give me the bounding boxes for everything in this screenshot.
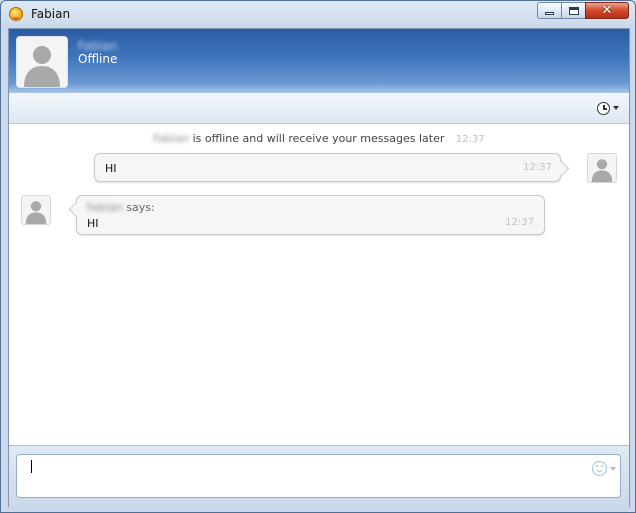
smiley-app-icon bbox=[9, 7, 23, 21]
window-title: Fabian bbox=[31, 7, 71, 21]
outgoing-message-time: 12:37 bbox=[523, 162, 552, 173]
contact-status: Offline bbox=[78, 52, 118, 66]
incoming-message-time: 12:37 bbox=[505, 217, 534, 228]
minimize-icon bbox=[545, 12, 554, 15]
emoticon-button[interactable] bbox=[592, 461, 616, 476]
chat-client-area: Fabian Offline Fabian is offline and wil… bbox=[8, 28, 630, 507]
message-input[interactable] bbox=[16, 454, 621, 498]
person-silhouette-icon bbox=[591, 159, 613, 182]
compose-area bbox=[9, 445, 629, 507]
close-button[interactable]: ✕ bbox=[585, 2, 629, 19]
notice-time: 12:37 bbox=[455, 134, 485, 145]
notice-contact-name: Fabian bbox=[153, 132, 190, 145]
outgoing-message-text: HI bbox=[105, 162, 117, 175]
person-silhouette-icon bbox=[24, 46, 60, 87]
incoming-message-bubble: Fabian says: HI 12:37 bbox=[76, 195, 545, 235]
person-silhouette-icon bbox=[25, 201, 47, 224]
close-icon: ✕ bbox=[601, 3, 613, 18]
incoming-message-text: HI bbox=[87, 217, 99, 230]
maximize-button[interactable] bbox=[561, 2, 586, 19]
window-controls: ✕ bbox=[537, 2, 629, 19]
message-history[interactable]: Fabian is offline and will receive your … bbox=[9, 124, 629, 444]
text-cursor bbox=[31, 460, 32, 473]
chat-window: Fabian ✕ Fabian Offline Fabian is offlin… bbox=[0, 0, 636, 513]
contact-name: Fabian bbox=[78, 39, 118, 53]
chat-toolbar bbox=[9, 93, 629, 124]
maximize-icon bbox=[568, 6, 579, 15]
clock-history-icon bbox=[597, 101, 610, 115]
contact-small-avatar[interactable] bbox=[21, 195, 51, 225]
emoticon-picker-icon bbox=[592, 461, 607, 476]
contact-header: Fabian Offline bbox=[9, 29, 629, 93]
contact-avatar[interactable] bbox=[16, 36, 68, 88]
chevron-down-icon bbox=[610, 466, 616, 471]
notice-text: is offline and will receive your message… bbox=[192, 132, 445, 145]
history-button[interactable] bbox=[597, 100, 623, 116]
offline-notice: Fabian is offline and will receive your … bbox=[9, 132, 629, 145]
sender-name: Fabian bbox=[87, 201, 123, 214]
says-label: says: bbox=[126, 201, 155, 214]
sender-line: Fabian says: bbox=[87, 201, 155, 214]
title-bar[interactable]: Fabian ✕ bbox=[1, 1, 635, 28]
my-avatar[interactable] bbox=[587, 153, 617, 183]
minimize-button[interactable] bbox=[537, 2, 562, 19]
outgoing-message-bubble: HI 12:37 bbox=[94, 153, 561, 182]
chevron-down-icon bbox=[613, 106, 619, 110]
